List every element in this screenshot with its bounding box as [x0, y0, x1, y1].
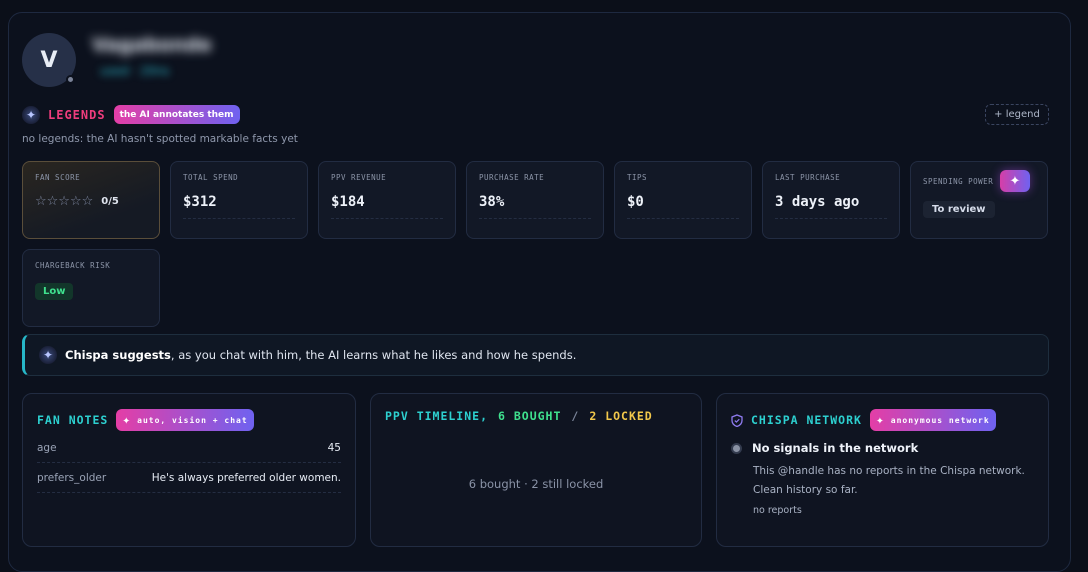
sparkle-icon: ✦: [875, 412, 885, 428]
shield-icon: [731, 413, 743, 427]
fan-score-value: 0/5: [101, 196, 119, 207]
ppv-timeline-header: PPV TIMELINE, 6 BOUGHT / 2 LOCKED: [385, 409, 653, 423]
note-key: age: [37, 442, 57, 454]
note-value: He's always preferred older women.: [151, 472, 341, 484]
stat-ppv-revenue: PPV REVENUE $184: [318, 161, 456, 239]
note-row[interactable]: prefers_older He's always preferred olde…: [37, 472, 341, 493]
fan-handle: used · 20ns: [100, 64, 170, 78]
suggest-body: , as you chat with him, the AI learns wh…: [170, 348, 577, 362]
fan-notes-title: FAN NOTES: [37, 413, 109, 427]
stat-label: CHARGEBACK RISK: [35, 261, 111, 270]
divider: [479, 218, 591, 219]
divider: [331, 218, 443, 219]
stat-label: PURCHASE RATE: [479, 173, 545, 182]
network-badge: ✦ anonymous network: [869, 409, 996, 431]
fan-notes-badge-label: auto, vision + chat: [137, 415, 248, 425]
stat-value: $312: [183, 194, 217, 210]
sparkle-icon: ✦: [39, 346, 57, 364]
ppv-separator: /: [571, 409, 580, 423]
chispa-network-panel: CHISPA NETWORK ✦ anonymous network No si…: [716, 393, 1049, 547]
ppv-timeline-panel: PPV TIMELINE, 6 BOUGHT / 2 LOCKED 6 boug…: [370, 393, 702, 547]
legends-empty-note: no legends: the AI hasn't spotted markab…: [22, 133, 298, 145]
stat-label: SPENDING POWER: [923, 177, 994, 186]
divider: [183, 218, 295, 219]
fan-name: Vagabonde: [92, 34, 212, 56]
stat-label: LAST PURCHASE: [775, 173, 841, 182]
avatar-letter: V: [40, 47, 58, 73]
network-reports: no reports: [753, 505, 802, 516]
stat-label: FAN SCORE: [35, 173, 81, 182]
note-key: prefers_older: [37, 472, 107, 484]
stat-fan-score: FAN SCORE ☆☆☆☆☆ 0/5: [22, 161, 160, 239]
network-badge-label: anonymous network: [890, 415, 990, 425]
suggest-brand: Chispa suggests: [65, 348, 171, 362]
stat-label: TIPS: [627, 173, 648, 182]
note-value: 45: [327, 442, 341, 454]
stat-value: $184: [331, 194, 365, 210]
divider: [627, 218, 739, 219]
suggest-text: Chispa suggests, as you chat with him, t…: [65, 348, 576, 362]
network-description: This @handle has no reports in the Chisp…: [753, 465, 1025, 496]
stat-total-spend: TOTAL SPEND $312: [170, 161, 308, 239]
ppv-timeline-title: PPV TIMELINE,: [385, 409, 489, 423]
legends-badge: the AI annotates them: [113, 105, 240, 124]
stat-chargeback-risk: CHARGEBACK RISK Low: [22, 249, 160, 327]
note-row[interactable]: age 45: [37, 442, 341, 463]
network-header: CHISPA NETWORK ✦ anonymous network: [731, 409, 996, 431]
status-dot: [731, 442, 742, 454]
star-icon: ☆☆☆☆☆: [35, 194, 94, 209]
stat-label: TOTAL SPEND: [183, 173, 239, 182]
presence-dot: [66, 75, 75, 84]
stat-purchase-rate: PURCHASE RATE 38%: [466, 161, 604, 239]
spending-power-value: To review: [923, 201, 995, 218]
fan-notes-badge: ✦ auto, vision + chat: [116, 409, 254, 431]
add-legend-button[interactable]: + legend: [985, 104, 1049, 125]
network-status: No signals in the network: [731, 441, 918, 455]
network-status-text: No signals in the network: [752, 441, 919, 455]
stat-value: $0: [627, 194, 644, 210]
legends-title: LEGENDS: [48, 107, 106, 122]
ppv-locked-count: 2 LOCKED: [589, 409, 653, 423]
stat-tips: TIPS $0: [614, 161, 752, 239]
ppv-summary: 6 bought · 2 still locked: [468, 477, 604, 491]
stat-label: PPV REVENUE: [331, 173, 387, 182]
stat-value: 38%: [479, 194, 505, 210]
sparkle-icon: ✦: [122, 412, 132, 428]
chispa-suggests-banner: ✦ Chispa suggests, as you chat with him,…: [22, 334, 1049, 376]
stat-value: 3 days ago: [775, 194, 860, 210]
stat-spending-power: SPENDING POWER ✦ To review: [910, 161, 1048, 239]
stat-last-purchase: LAST PURCHASE 3 days ago: [762, 161, 900, 239]
ai-sparkle-icon[interactable]: ✦: [1000, 170, 1030, 192]
sparkle-icon: ✦: [22, 105, 40, 124]
star-rating[interactable]: ☆☆☆☆☆ 0/5: [35, 194, 119, 209]
ppv-bought-count: 6 BOUGHT: [498, 409, 562, 423]
fan-notes-panel: FAN NOTES ✦ auto, vision + chat age 45 p…: [22, 393, 356, 547]
avatar[interactable]: V: [22, 33, 76, 87]
fan-notes-header: FAN NOTES ✦ auto, vision + chat: [37, 409, 254, 431]
chargeback-risk-value: Low: [35, 283, 74, 300]
divider: [775, 218, 887, 219]
network-title: CHISPA NETWORK: [751, 413, 862, 427]
legends-header: ✦ LEGENDS the AI annotates them: [22, 105, 240, 124]
